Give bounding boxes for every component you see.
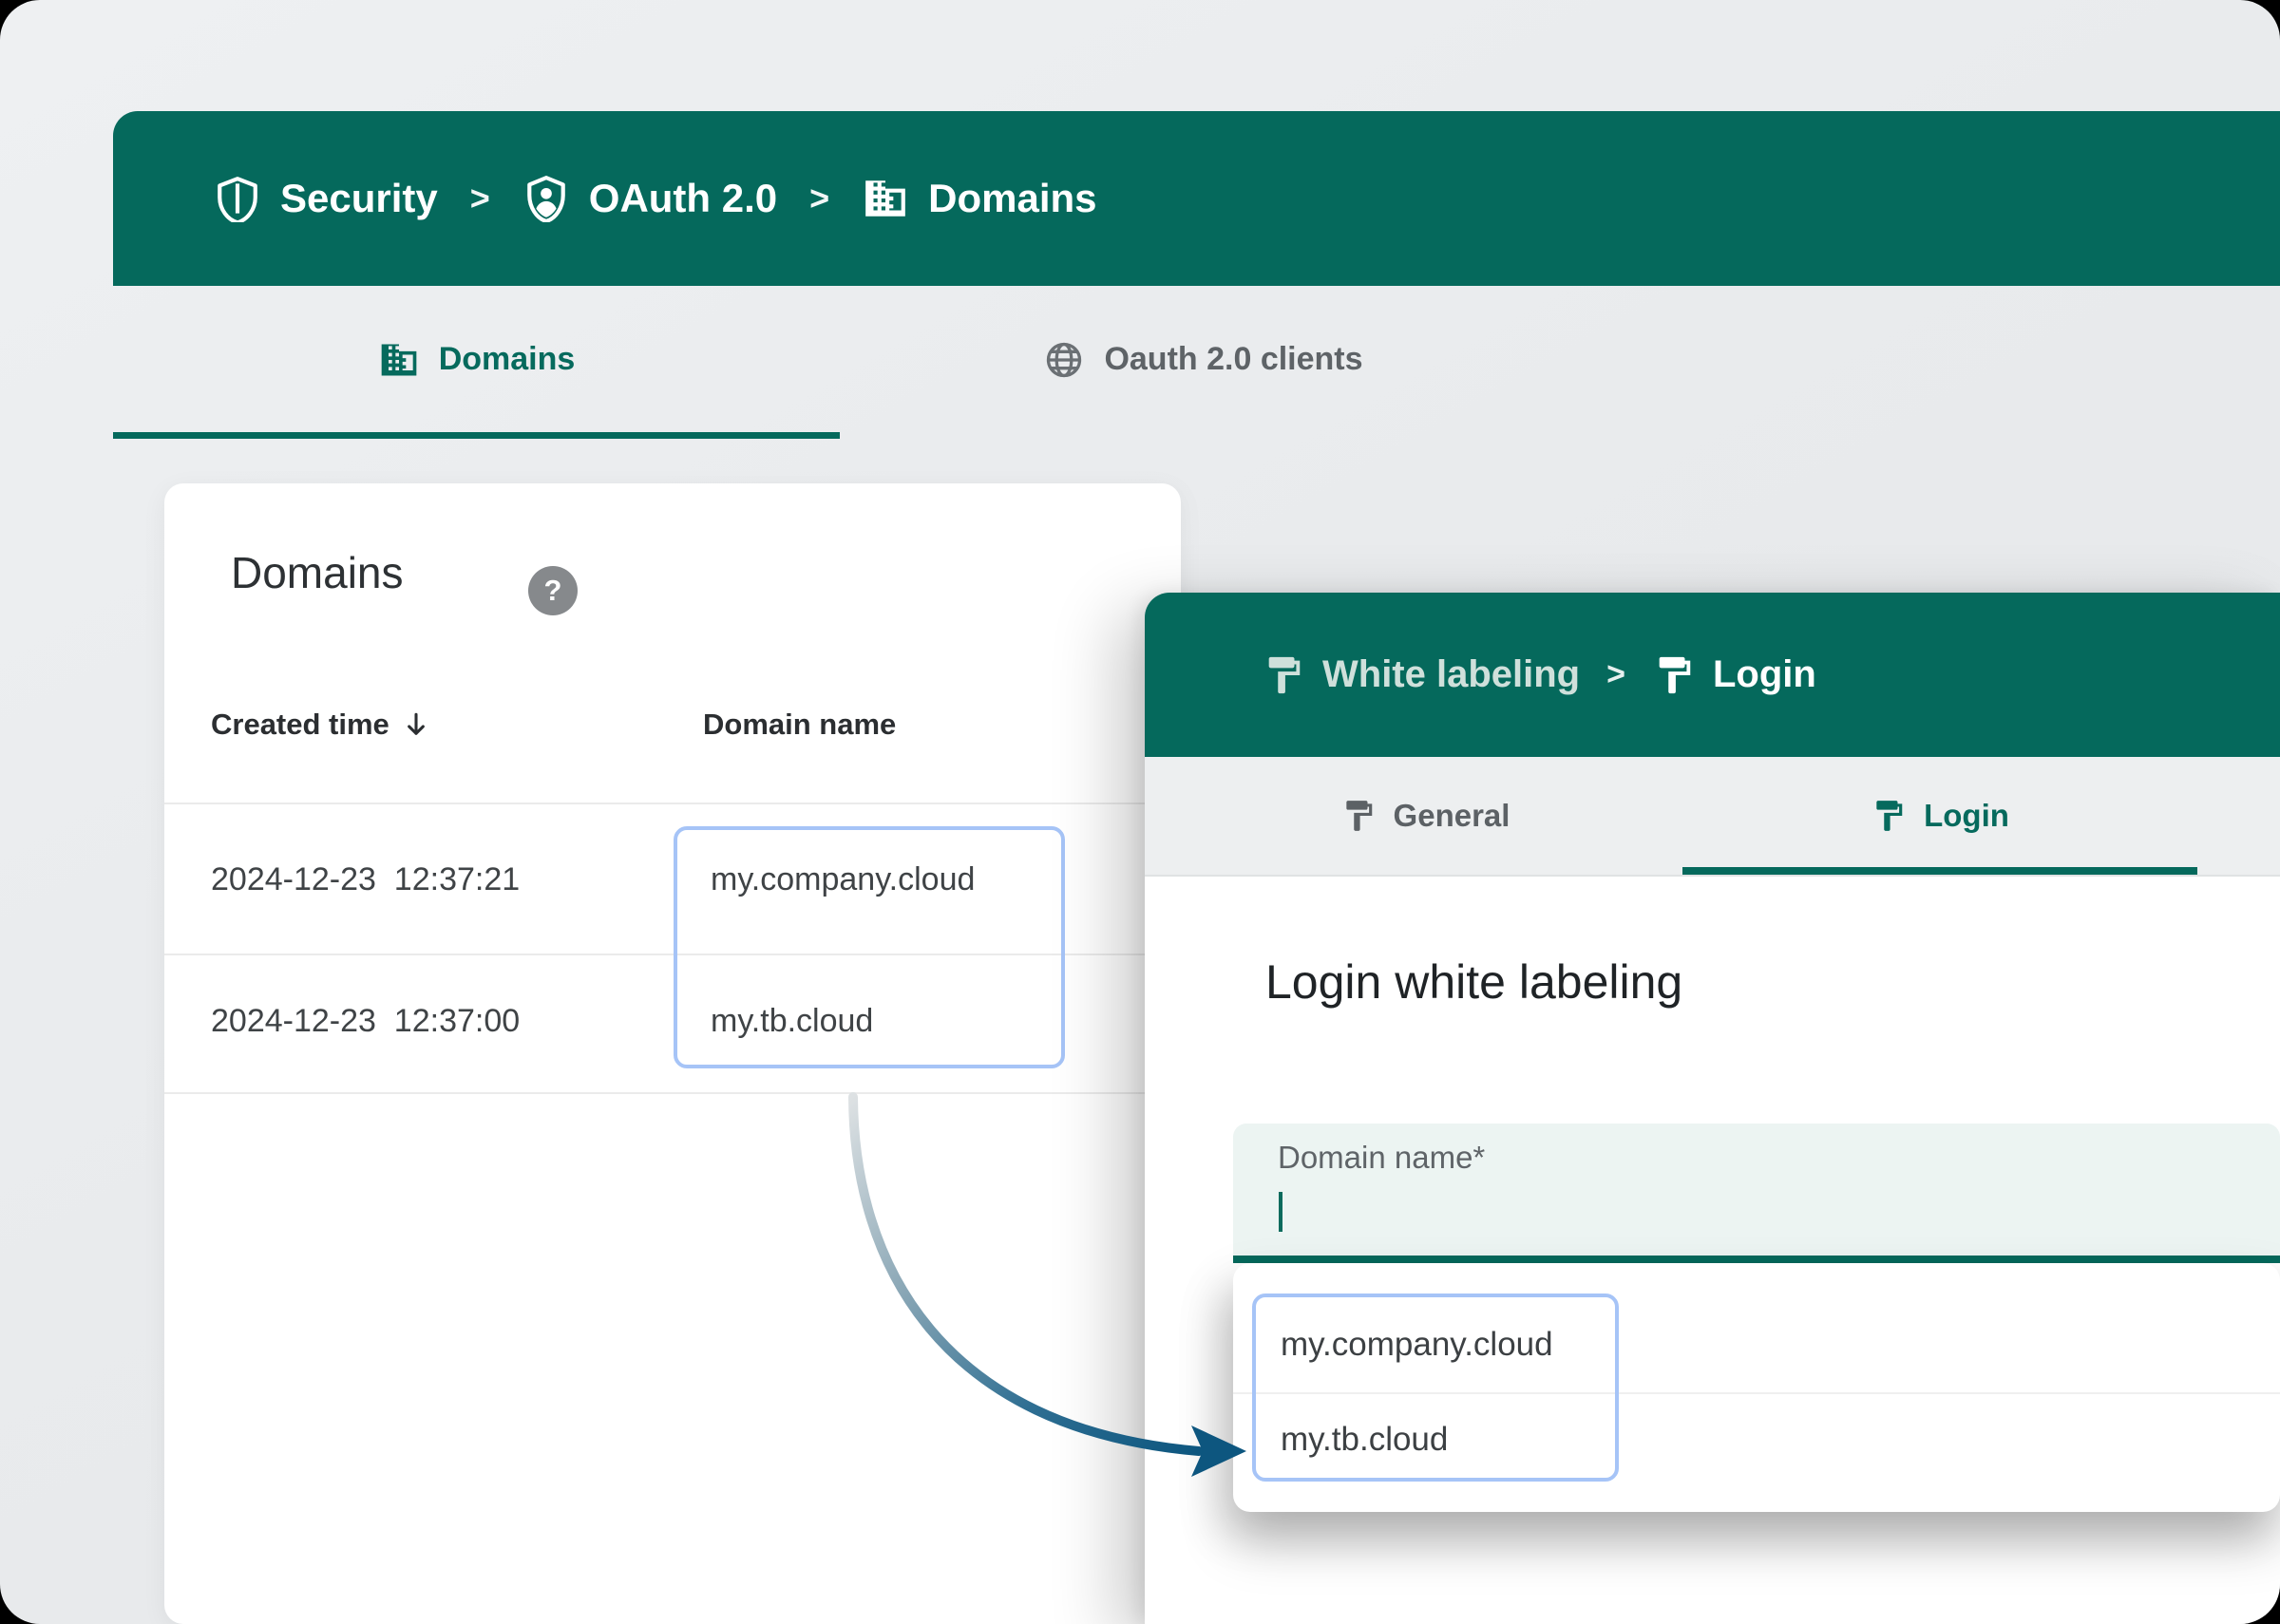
tab-domains[interactable]: Domains (113, 286, 840, 439)
domain-name-field[interactable]: Domain name* (1233, 1124, 2280, 1263)
paint-roller-icon (1340, 798, 1377, 834)
breadcrumb-item-security[interactable]: Security (214, 175, 438, 222)
chevron-right-icon: > (809, 179, 829, 218)
chevron-right-icon: > (1606, 656, 1625, 693)
tab-general[interactable]: General (1168, 757, 1682, 875)
table-header-divider (164, 803, 1181, 804)
breadcrumb-item-login[interactable]: Login (1652, 653, 1816, 697)
domain-building-icon (862, 175, 909, 222)
paint-roller-icon (1262, 653, 1305, 697)
table-cell-created[interactable]: 2024-12-23 12:37:21 (211, 860, 520, 898)
domains-card: Domains ? Created time Domain name 2024-… (164, 483, 1181, 1624)
table-cell-created[interactable]: 2024-12-23 12:37:00 (211, 1002, 520, 1040)
breadcrumb-label: White labeling (1322, 653, 1580, 696)
main-tab-bar: Domains Oauth 2.0 clients (113, 286, 1567, 439)
breadcrumb-item-white-labeling[interactable]: White labeling (1262, 653, 1580, 697)
text-cursor (1279, 1192, 1282, 1232)
app-window: Security > OAuth 2.0 > Domains (0, 0, 2280, 1624)
column-header-label: Domain name (703, 708, 896, 742)
breadcrumb-label: Domains (928, 176, 1096, 221)
paint-roller-icon (1871, 798, 1907, 834)
breadcrumb-item-oauth[interactable]: OAuth 2.0 (522, 175, 777, 222)
domain-column-highlight-box (674, 826, 1065, 1068)
dropdown-options-highlight-box (1252, 1294, 1619, 1482)
overlay-breadcrumb: White labeling > Login (1145, 593, 2280, 757)
breadcrumb-label: Security (280, 176, 438, 221)
column-header-label: Created time (211, 708, 390, 742)
tab-oauth-clients[interactable]: Oauth 2.0 clients (840, 286, 1567, 439)
help-icon[interactable]: ? (528, 566, 578, 615)
field-label: Domain name* (1278, 1140, 1485, 1176)
breadcrumb-item-domains[interactable]: Domains (862, 175, 1096, 222)
chevron-right-icon: > (470, 179, 490, 218)
column-header-domain-name[interactable]: Domain name (703, 708, 896, 742)
main-breadcrumb-bar: Security > OAuth 2.0 > Domains (113, 111, 2280, 286)
domain-autocomplete-dropdown: my.company.cloud my.tb.cloud (1233, 1263, 2280, 1512)
card-title: Domains (231, 547, 404, 598)
sort-arrow-down-icon (401, 709, 431, 740)
breadcrumb-label: OAuth 2.0 (589, 176, 777, 221)
white-labeling-panel: White labeling > Login General (1145, 593, 2280, 1624)
tab-label: Oauth 2.0 clients (1104, 341, 1362, 378)
user-shield-icon (522, 175, 570, 222)
column-header-created-time[interactable]: Created time (211, 708, 431, 742)
table-row-divider (164, 1092, 1181, 1094)
breadcrumb: Security > OAuth 2.0 > Domains (113, 111, 2280, 286)
page-title: Login white labeling (1265, 954, 1682, 1010)
overlay-tab-bar: General Login (1145, 757, 2280, 877)
domain-building-icon (378, 339, 420, 381)
breadcrumb-label: Login (1713, 653, 1816, 696)
tab-label: Login (1924, 798, 2009, 834)
overlay-breadcrumb-bar: White labeling > Login (1145, 593, 2280, 757)
tab-label: General (1394, 798, 1510, 834)
globe-icon (1043, 339, 1085, 381)
shield-icon (214, 175, 261, 222)
tab-login[interactable]: Login (1682, 757, 2197, 875)
paint-roller-icon (1652, 653, 1696, 697)
tab-label: Domains (439, 341, 576, 378)
